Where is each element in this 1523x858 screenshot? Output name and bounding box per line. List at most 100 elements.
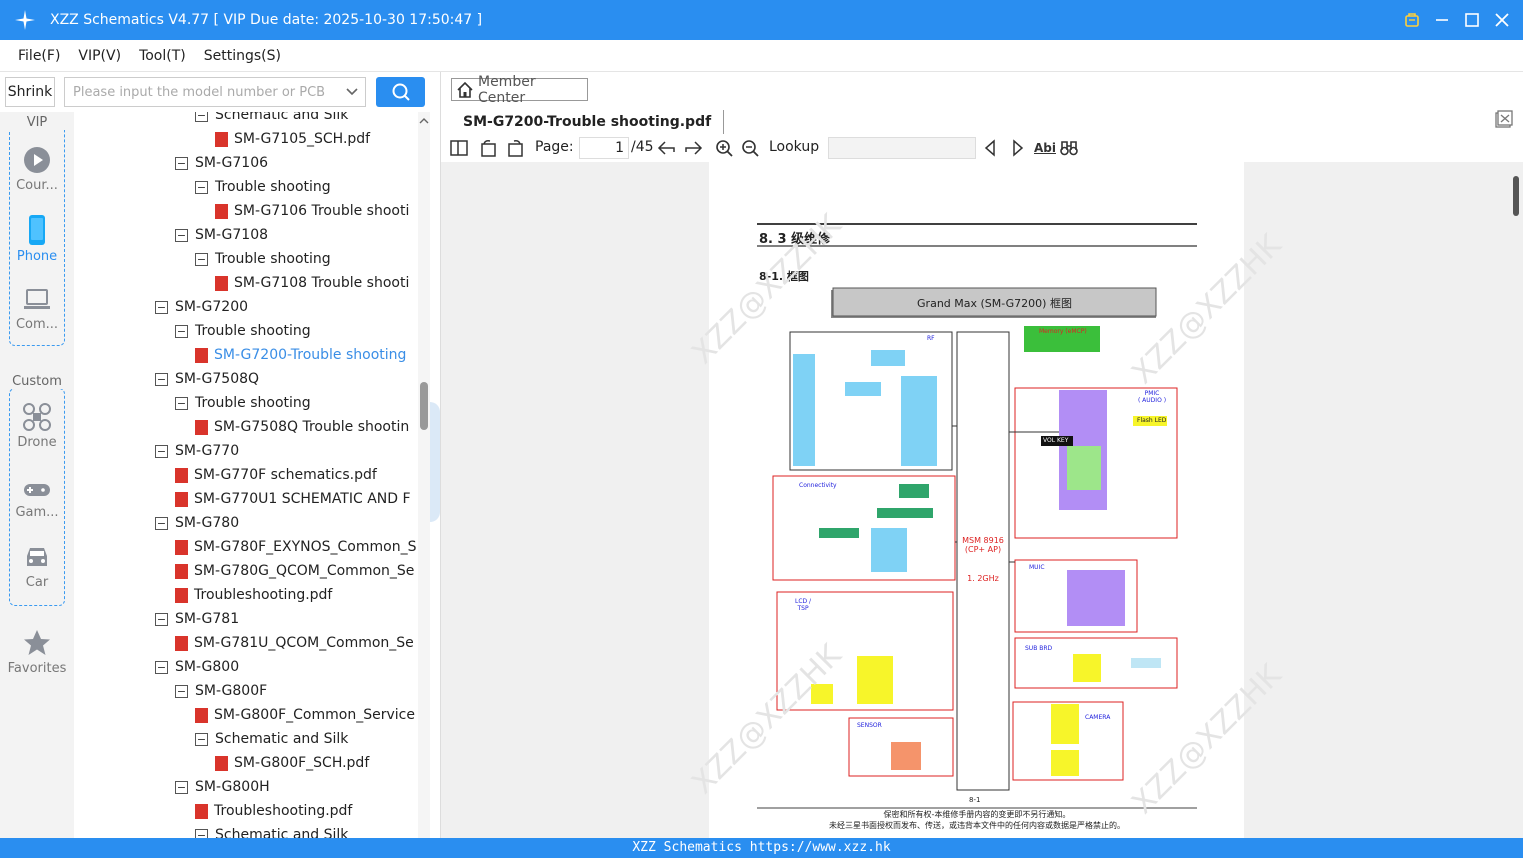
sidebar-item-courses[interactable]: Cour... — [0, 145, 74, 193]
find-previous-icon[interactable] — [981, 138, 1001, 158]
zoom-in-icon[interactable] — [714, 138, 734, 158]
tree-file-item[interactable]: SM-G780G_QCOM_Common_Se — [175, 559, 414, 583]
menu-tool[interactable]: Tool(T) — [139, 48, 186, 64]
pdf-file-icon — [195, 707, 208, 723]
splitter-handle[interactable] — [430, 402, 440, 522]
tree-folder-item[interactable]: − Schematic and Silk — [195, 112, 348, 127]
tree-folder-item[interactable]: − SM-G770 — [155, 439, 239, 463]
menu-file[interactable]: File(F) — [18, 48, 60, 64]
collapse-toggle-icon[interactable]: − — [155, 444, 168, 458]
lookup-input[interactable] — [828, 137, 976, 159]
collapse-toggle-icon[interactable]: − — [195, 732, 208, 746]
previous-page-icon[interactable] — [657, 138, 677, 158]
tree-folder-item[interactable]: − SM-G800H — [175, 775, 270, 799]
block-camera-label: CAMERA — [1085, 714, 1111, 721]
next-page-icon[interactable] — [683, 138, 703, 158]
rotate-right-icon[interactable] — [505, 138, 525, 158]
menu-vip[interactable]: VIP(V) — [78, 48, 121, 64]
tree-scrollbar[interactable] — [418, 112, 430, 838]
sidebar-toggle-icon[interactable] — [449, 138, 469, 158]
collapse-toggle-icon[interactable]: − — [155, 612, 168, 626]
rotate-left-icon[interactable] — [479, 138, 499, 158]
pdf-viewer[interactable]: 8. 3 级维修 8-1. 框图 Grand Max (SM-G7200) 框图… — [441, 162, 1523, 838]
tree-file-item[interactable]: SM-G7105_SCH.pdf — [215, 127, 370, 151]
tree-file-item[interactable]: SM-G800F_SCH.pdf — [215, 751, 369, 775]
tree-file-item[interactable]: SM-G780F_EXYNOS_Common_S — [175, 535, 416, 559]
collapse-toggle-icon[interactable]: − — [195, 252, 208, 266]
sidebar-item-game[interactable]: Gam... — [0, 478, 74, 520]
sidebar-item-computer[interactable]: Com... — [0, 286, 74, 332]
tree-folder-item[interactable]: − SM-G800F — [175, 679, 267, 703]
collapse-toggle-icon[interactable]: − — [175, 228, 188, 242]
collapse-toggle-icon[interactable]: − — [155, 300, 168, 314]
maximize-button[interactable] — [1457, 0, 1487, 40]
page-number-input[interactable]: 1 — [579, 137, 629, 159]
tree-file-item[interactable]: SM-G7200-Trouble shooting — [195, 343, 406, 367]
sidebar-item-drone[interactable]: Drone — [0, 402, 74, 450]
tree-folder-item[interactable]: − SM-G800 — [155, 655, 239, 679]
zoom-out-icon[interactable] — [740, 138, 760, 158]
tree-folder-item[interactable]: − SM-G7108 — [175, 223, 268, 247]
minimize-button[interactable] — [1427, 0, 1457, 40]
shrink-button[interactable]: Shrink — [5, 77, 55, 107]
tree-folder-item[interactable]: − SM-G780 — [155, 511, 239, 535]
tree-file-item[interactable]: SM-G7508Q Trouble shootin — [195, 415, 409, 439]
sidebar-item-phone[interactable]: Phone — [0, 214, 74, 264]
collapse-toggle-icon[interactable]: − — [155, 372, 168, 386]
tree-folder-item[interactable]: − SM-G7200 — [155, 295, 248, 319]
collapse-toggle-icon[interactable]: − — [175, 780, 188, 794]
tree-folder-item[interactable]: − SM-G7508Q — [155, 367, 259, 391]
collapse-toggle-icon[interactable]: − — [155, 660, 168, 674]
tree-file-item[interactable]: Troubleshooting.pdf — [195, 799, 352, 823]
tree-file-item[interactable]: SM-G770U1 SCHEMATIC AND F — [175, 487, 411, 511]
document-tab[interactable]: SM-G7200-Trouble shooting.pdf — [451, 110, 725, 134]
pdf-file-icon — [175, 467, 188, 483]
pane-splitter[interactable] — [430, 112, 440, 838]
collapse-toggle-icon[interactable]: − — [195, 828, 208, 838]
binoculars-icon[interactable] — [1059, 138, 1079, 158]
tree-file-item[interactable]: SM-G7108 Trouble shooti — [215, 271, 409, 295]
viewer-scrollbar[interactable] — [1509, 162, 1523, 838]
tree-item-label: Trouble shooting — [215, 179, 331, 195]
tree-folder-item[interactable]: − Schematic and Silk — [195, 823, 348, 838]
tree-item-label: SM-G7508Q Trouble shootin — [214, 419, 410, 435]
collapse-toggle-icon[interactable]: − — [175, 324, 188, 338]
tree-file-item[interactable]: Troubleshooting.pdf — [175, 583, 332, 607]
tree-item-label: SM-G7200 — [175, 299, 249, 315]
collapse-toggle-icon[interactable]: − — [195, 180, 208, 194]
tree-file-item[interactable]: SM-G770F schematics.pdf — [175, 463, 377, 487]
tree-folder-item[interactable]: − SM-G781 — [155, 607, 239, 631]
tree-file-item[interactable]: SM-G781U_QCOM_Common_Se — [175, 631, 414, 655]
chevron-down-icon[interactable] — [345, 85, 359, 99]
search-input[interactable] — [73, 79, 341, 105]
tree-folder-item[interactable]: − Trouble shooting — [175, 391, 311, 415]
vip-badge-icon[interactable] — [1397, 0, 1427, 40]
find-next-icon[interactable] — [1007, 138, 1027, 158]
collapse-toggle-icon[interactable]: − — [195, 112, 208, 122]
tree-folder-item[interactable]: − Trouble shooting — [195, 175, 331, 199]
collapse-toggle-icon[interactable]: − — [175, 684, 188, 698]
collapse-toggle-icon[interactable]: − — [155, 516, 168, 530]
tree-folder-item[interactable]: − Schematic and Silk — [195, 727, 348, 751]
collapse-toggle-icon[interactable]: − — [175, 396, 188, 410]
match-case-button[interactable]: Abi — [1033, 138, 1057, 158]
menu-settings[interactable]: Settings(S) — [204, 48, 281, 64]
tree-scrollbar-thumb[interactable] — [420, 382, 428, 430]
sidebar-item-car[interactable]: Car — [0, 544, 74, 590]
tree-file-item[interactable]: SM-G800F_Common_Service — [195, 703, 415, 727]
close-document-icon[interactable] — [1495, 110, 1513, 128]
tree-folder-item[interactable]: − Trouble shooting — [175, 319, 311, 343]
sidebar-item-label: Cour... — [16, 178, 58, 193]
sidebar-item-favorites[interactable]: Favorites — [0, 628, 74, 676]
collapse-toggle-icon[interactable]: − — [175, 156, 188, 170]
viewer-scrollbar-thumb[interactable] — [1513, 176, 1519, 216]
tree-file-item[interactable]: SM-G7106 Trouble shooti — [215, 199, 409, 223]
search-button[interactable] — [376, 77, 425, 107]
title-bar: XZZ Schematics V4.77 [ VIP Due date: 202… — [0, 0, 1523, 40]
tree-folder-item[interactable]: − Trouble shooting — [195, 247, 331, 271]
member-center-button[interactable]: Member Center — [451, 74, 588, 106]
footer-line-1: 保密和所有权-本维修手册内容的变更即不另行通知。 — [883, 810, 1071, 819]
chevron-up-icon[interactable] — [418, 116, 430, 126]
close-button[interactable] — [1487, 0, 1517, 40]
tree-folder-item[interactable]: − SM-G7106 — [175, 151, 268, 175]
